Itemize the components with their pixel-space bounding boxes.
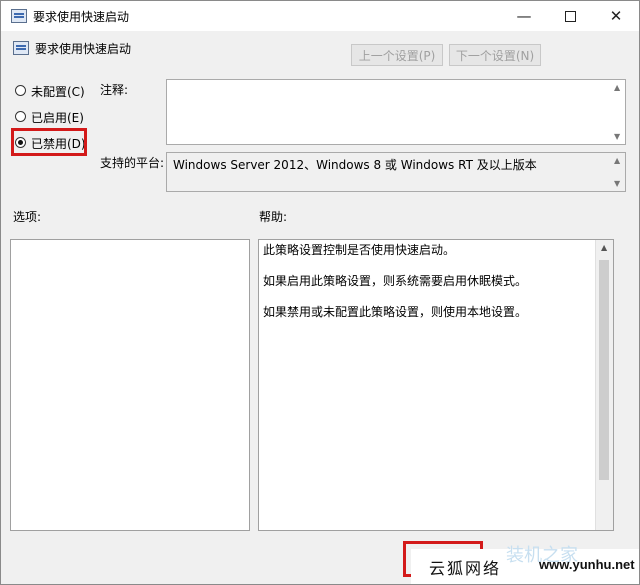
policy-icon xyxy=(11,9,27,23)
maximize-icon xyxy=(564,11,576,22)
options-label: 选项: xyxy=(13,210,42,224)
close-button[interactable]: ✕ xyxy=(593,1,639,31)
comment-scrollbar[interactable]: ▲ ▼ xyxy=(610,80,626,144)
scroll-down-icon: ▼ xyxy=(614,132,621,141)
minimize-button[interactable]: — xyxy=(501,1,547,31)
comment-label: 注释: xyxy=(100,83,129,97)
radio-indicator xyxy=(15,85,26,96)
radio-indicator xyxy=(15,111,26,122)
selection-highlight-box xyxy=(11,128,87,156)
radio-label: 已启用(E) xyxy=(31,111,84,125)
radio-label: 未配置(C) xyxy=(31,85,85,99)
help-paragraph: 如果禁用或未配置此策略设置，则使用本地设置。 xyxy=(263,305,528,319)
scroll-up-icon: ▲ xyxy=(601,243,608,252)
policy-header-icon xyxy=(13,41,29,55)
title-bar: 要求使用快速启动 — ✕ xyxy=(1,1,639,31)
policy-dialog: 要求使用快速启动 — ✕ 要求使用快速启动 上一个设置(P) 下一个设置(N) … xyxy=(0,0,640,585)
help-paragraph: 如果启用此策略设置，则系统需要启用休眠模式。 xyxy=(263,274,528,288)
help-label: 帮助: xyxy=(259,210,288,224)
platform-value: Windows Server 2012、Windows 8 或 Windows … xyxy=(173,158,537,172)
scroll-up-icon: ▲ xyxy=(614,83,621,92)
maximize-button[interactable] xyxy=(547,1,593,31)
help-paragraph: 此策略设置控制是否使用快速启动。 xyxy=(263,243,456,257)
scroll-up-icon: ▲ xyxy=(614,156,621,165)
help-panel: 此策略设置控制是否使用快速启动。 如果启用此策略设置，则系统需要启用休眠模式。 … xyxy=(258,239,614,531)
previous-setting-button[interactable]: 上一个设置(P) xyxy=(351,44,443,66)
watermark-banner: 装机之家 云狐网络 www.yunhu.net xyxy=(411,545,639,584)
comment-textarea[interactable] xyxy=(166,79,626,145)
policy-name: 要求使用快速启动 xyxy=(35,42,132,56)
window-title: 要求使用快速启动 xyxy=(33,10,130,24)
next-setting-button[interactable]: 下一个设置(N) xyxy=(449,44,541,66)
help-scrollbar[interactable]: ▲ xyxy=(595,240,613,530)
platform-field: Windows Server 2012、Windows 8 或 Windows … xyxy=(166,152,626,192)
platform-label: 支持的平台: xyxy=(100,156,165,170)
options-panel xyxy=(10,239,250,531)
watermark-main-text: 云狐网络 xyxy=(429,559,502,578)
platform-scrollbar[interactable]: ▲ ▼ xyxy=(610,153,626,191)
scroll-down-icon: ▼ xyxy=(614,179,621,188)
scroll-thumb[interactable] xyxy=(599,260,609,480)
watermark-url: www.yunhu.net xyxy=(539,557,635,572)
